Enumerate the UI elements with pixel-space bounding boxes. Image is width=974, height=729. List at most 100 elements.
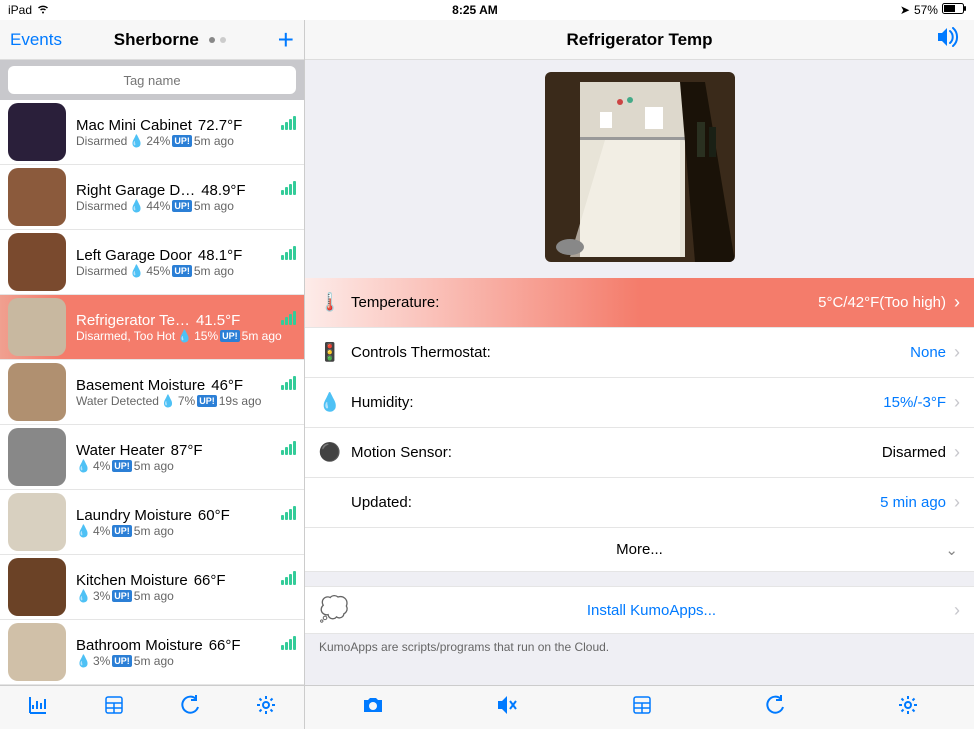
gear-icon[interactable] (898, 695, 918, 721)
list-item[interactable]: Kitchen Moisture 66°F💧3% UP!5m ago (0, 555, 304, 620)
calculator-icon[interactable] (632, 695, 652, 721)
signal-icon (281, 636, 296, 650)
temperature-row[interactable]: 🌡️ Temperature: 5°C/42°F(Too high) › (305, 278, 974, 328)
up-badge: UP! (172, 265, 192, 277)
sensor-temp: 48.1°F (198, 247, 242, 264)
sensor-name: Kitchen Moisture (76, 572, 188, 589)
humidity-icon: 💧 (129, 134, 144, 148)
thumbnail (8, 623, 66, 681)
signal-icon (281, 246, 296, 260)
humidity-icon: 💧 (76, 654, 91, 668)
list-item[interactable]: Right Garage D…48.9°FDisarmed 💧44% UP!5m… (0, 165, 304, 230)
humidity-icon: 💧 (129, 199, 144, 213)
sensor-name: Left Garage Door (76, 247, 192, 264)
battery-icon (942, 3, 966, 17)
up-badge: UP! (197, 395, 217, 407)
sensor-temp: 66°F (194, 572, 226, 589)
sensor-sub: Disarmed 💧24% UP!5m ago (76, 134, 296, 148)
chevron-right-icon: › (954, 442, 960, 463)
sensor-temp: 46°F (211, 377, 243, 394)
thumbnail (8, 168, 66, 226)
search-input[interactable] (8, 66, 296, 94)
sensor-name: Mac Mini Cabinet (76, 117, 192, 134)
up-badge: UP! (112, 525, 132, 537)
humidity-icon: 💧 (177, 329, 192, 343)
thermometer-icon: 🌡️ (319, 292, 341, 313)
chevron-right-icon: › (954, 342, 960, 363)
kumoapps-hint: KumoApps are scripts/programs that run o… (305, 634, 974, 664)
sensor-temp: 48.9°F (201, 182, 245, 199)
list-item[interactable]: Left Garage Door48.1°FDisarmed 💧45% UP!5… (0, 230, 304, 295)
sensor-temp: 60°F (198, 507, 230, 524)
install-kumoapps-row[interactable]: 💭 Install KumoApps... › (305, 586, 974, 634)
wifi-icon (36, 3, 50, 17)
humidity-icon: 💧 (319, 392, 341, 413)
battery-text: 57% (914, 3, 938, 17)
sensor-sub: Water Detected 💧7% UP!19s ago (76, 394, 296, 408)
list-item[interactable]: Water Heater 87°F💧4% UP!5m ago (0, 425, 304, 490)
list-item[interactable]: Refrigerator Te… 41.5°FDisarmed, Too Hot … (0, 295, 304, 360)
events-link[interactable]: Events (10, 30, 62, 50)
thumbnail (8, 233, 66, 291)
sensor-sub: Disarmed, Too Hot 💧15% UP!5m ago (76, 329, 296, 343)
add-button[interactable]: + (278, 26, 294, 54)
signal-icon (281, 311, 296, 325)
sensor-sub: 💧4% UP!5m ago (76, 524, 296, 538)
location-title: Sherborne (114, 30, 199, 50)
sidebar: Events Sherborne + Mac Mini Cabinet 72.7°… (0, 20, 305, 685)
chevron-right-icon: › (954, 492, 960, 513)
sensor-temp: 41.5°F (196, 312, 240, 329)
sensor-temp: 66°F (209, 637, 241, 654)
humidity-row[interactable]: 💧 Humidity: 15%/-3°F › (305, 378, 974, 428)
sensor-temp: 87°F (171, 442, 203, 459)
up-badge: UP! (172, 135, 192, 147)
updated-row[interactable]: Updated: 5 min ago › (305, 478, 974, 528)
refresh-icon[interactable] (765, 695, 785, 721)
signal-icon (281, 116, 296, 130)
humidity-icon: 💧 (129, 264, 144, 278)
gear-icon[interactable] (256, 695, 276, 721)
calculator-icon[interactable] (104, 695, 124, 721)
page-dots (209, 37, 226, 43)
sensor-name: Laundry Moisture (76, 507, 192, 524)
list-item[interactable]: Mac Mini Cabinet 72.7°FDisarmed 💧24% UP!5… (0, 100, 304, 165)
list-item[interactable]: Basement Moisture 46°FWater Detected 💧7% … (0, 360, 304, 425)
sensor-sub: 💧4% UP!5m ago (76, 459, 296, 473)
device-label: iPad (8, 3, 32, 17)
sensor-list[interactable]: Mac Mini Cabinet 72.7°FDisarmed 💧24% UP!5… (0, 100, 304, 685)
list-item[interactable]: Bathroom Moisture 66°F💧3% UP!5m ago (0, 620, 304, 685)
chart-icon[interactable] (28, 695, 48, 721)
signal-icon (281, 571, 296, 585)
detail-title: Refrigerator Temp (566, 30, 712, 50)
up-badge: UP! (112, 655, 132, 667)
mute-icon[interactable] (497, 696, 519, 720)
humidity-icon: 💧 (76, 524, 91, 538)
thermostat-row[interactable]: 🚦 Controls Thermostat: None › (305, 328, 974, 378)
location-icon: ➤ (900, 3, 910, 17)
up-badge: UP! (112, 460, 132, 472)
sensor-name: Water Heater (76, 442, 165, 459)
sensor-photo (545, 72, 735, 262)
thumbnail (8, 363, 66, 421)
signal-icon (281, 441, 296, 455)
list-item[interactable]: Laundry Moisture 60°F💧4% UP!5m ago (0, 490, 304, 555)
sensor-sub: 💧3% UP!5m ago (76, 654, 296, 668)
refresh-icon[interactable] (180, 695, 200, 721)
up-badge: UP! (220, 330, 240, 342)
camera-icon[interactable] (362, 696, 384, 720)
chevron-right-icon: › (954, 392, 960, 413)
sensor-name: Refrigerator Te… (76, 312, 190, 329)
thumbnail (8, 558, 66, 616)
sensor-sub: 💧3% UP!5m ago (76, 589, 296, 603)
more-row[interactable]: More... ⌄ (305, 528, 974, 572)
humidity-icon: 💧 (161, 394, 176, 408)
clock: 8:25 AM (452, 3, 498, 17)
sensor-name: Bathroom Moisture (76, 637, 203, 654)
speaker-icon[interactable] (936, 27, 962, 53)
motion-row[interactable]: ⚫ Motion Sensor: Disarmed › (305, 428, 974, 478)
sensor-name: Basement Moisture (76, 377, 205, 394)
sensor-temp: 72.7°F (198, 117, 242, 134)
up-badge: UP! (172, 200, 192, 212)
signal-icon (281, 376, 296, 390)
motion-sensor-icon: ⚫ (319, 442, 341, 463)
